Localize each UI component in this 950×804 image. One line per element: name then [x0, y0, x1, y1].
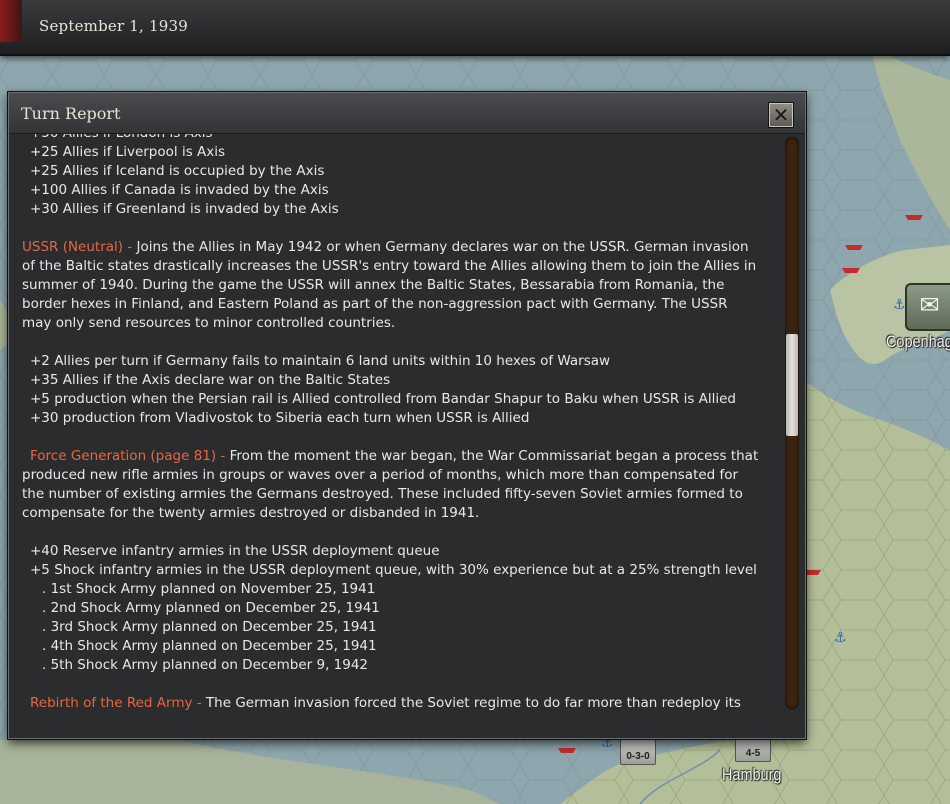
- port-anchor-icon: ⚓: [834, 630, 847, 646]
- report-line: +2 Allies per turn if Germany fails to m…: [22, 352, 761, 371]
- line-text: . 3rd Shock Army planned on December 25,…: [42, 619, 377, 635]
- section-heading: USSR (Neutral) -: [22, 239, 137, 255]
- section-heading: Force Generation (page 81) -: [30, 448, 230, 464]
- report-line: Force Generation (page 81) - From the mo…: [22, 447, 761, 523]
- port-anchor-icon: ⚓: [893, 297, 906, 313]
- nation-tab[interactable]: [0, 0, 22, 42]
- section-heading: Rebirth of the Red Army -: [30, 695, 206, 710]
- close-icon: ✕: [772, 103, 790, 127]
- line-text: +25 Allies if Liverpool is Axis: [30, 144, 226, 160]
- report-content: +50 Allies if London is Axis +25 Allies i…: [9, 134, 787, 710]
- report-line: +30 Allies if Greenland is invaded by th…: [22, 200, 761, 219]
- report-line: +5 production when the Persian rail is A…: [22, 390, 761, 409]
- line-text: +30 Allies if Greenland is invaded by th…: [30, 201, 339, 217]
- turn-report-window: Turn Report ✕ +50 Allies if London is Ax…: [8, 92, 806, 739]
- report-text-area[interactable]: +50 Allies if London is Axis +25 Allies i…: [9, 134, 787, 710]
- report-line: . 1st Shock Army planned on November 25,…: [22, 580, 761, 599]
- line-text: +5 production when the Persian rail is A…: [30, 391, 737, 407]
- close-button[interactable]: ✕: [769, 103, 793, 127]
- line-text: . 5th Shock Army planned on December 9, …: [42, 657, 369, 673]
- envelope-icon: ✉: [919, 291, 940, 319]
- unit-strength: 0-3-0: [626, 751, 650, 762]
- window-title: Turn Report: [21, 104, 121, 123]
- line-text: . 4th Shock Army planned on December 25,…: [42, 638, 377, 654]
- report-line: +25 Allies if Liverpool is Axis: [22, 143, 761, 162]
- line-text: +5 Shock infantry armies in the USSR dep…: [30, 562, 757, 578]
- report-line: +50 Allies if London is Axis: [22, 134, 761, 143]
- line-text: +50 Allies if London is Axis: [30, 134, 213, 141]
- report-line: +5 Shock infantry armies in the USSR dep…: [22, 561, 761, 580]
- top-bar: September 1, 1939: [0, 0, 950, 56]
- report-line: Rebirth of the Red Army - The German inv…: [22, 694, 761, 710]
- line-text: +30 production from Vladivostok to Siber…: [30, 410, 530, 426]
- city-label-copenhagen: Copenhag: [886, 332, 950, 351]
- turn-date: September 1, 1939: [39, 17, 188, 35]
- report-line: USSR (Neutral) - Joins the Allies in May…: [22, 238, 761, 333]
- report-line: +35 Allies if the Axis declare war on th…: [22, 371, 761, 390]
- report-line: +30 production from Vladivostok to Siber…: [22, 409, 761, 428]
- report-line: . 3rd Shock Army planned on December 25,…: [22, 618, 761, 637]
- unit-counter[interactable]: 0-3-0: [620, 737, 656, 765]
- city-label-hamburg: Hamburg: [722, 765, 782, 784]
- scrollbar-thumb[interactable]: [786, 334, 798, 436]
- report-line: +40 Reserve infantry armies in the USSR …: [22, 542, 761, 561]
- line-text: +100 Allies if Canada is invaded by the …: [30, 182, 329, 198]
- line-text: +40 Reserve infantry armies in the USSR …: [30, 543, 440, 559]
- scrollbar-track[interactable]: [785, 137, 799, 709]
- line-text: +2 Allies per turn if Germany fails to m…: [30, 353, 611, 369]
- line-text: . 2nd Shock Army planned on December 25,…: [42, 600, 380, 616]
- report-line: . 4th Shock Army planned on December 25,…: [22, 637, 761, 656]
- messages-button[interactable]: ✉: [905, 283, 950, 331]
- line-text: . 1st Shock Army planned on November 25,…: [42, 581, 376, 597]
- line-text: +25 Allies if Iceland is occupied by the…: [30, 163, 325, 179]
- unit-strength: 4-5: [745, 748, 761, 759]
- report-line: . 5th Shock Army planned on December 9, …: [22, 656, 761, 675]
- report-line: . 2nd Shock Army planned on December 25,…: [22, 599, 761, 618]
- report-line: +25 Allies if Iceland is occupied by the…: [22, 162, 761, 181]
- report-line: +100 Allies if Canada is invaded by the …: [22, 181, 761, 200]
- window-header[interactable]: Turn Report ✕: [9, 93, 805, 134]
- line-text: +35 Allies if the Axis declare war on th…: [30, 372, 391, 388]
